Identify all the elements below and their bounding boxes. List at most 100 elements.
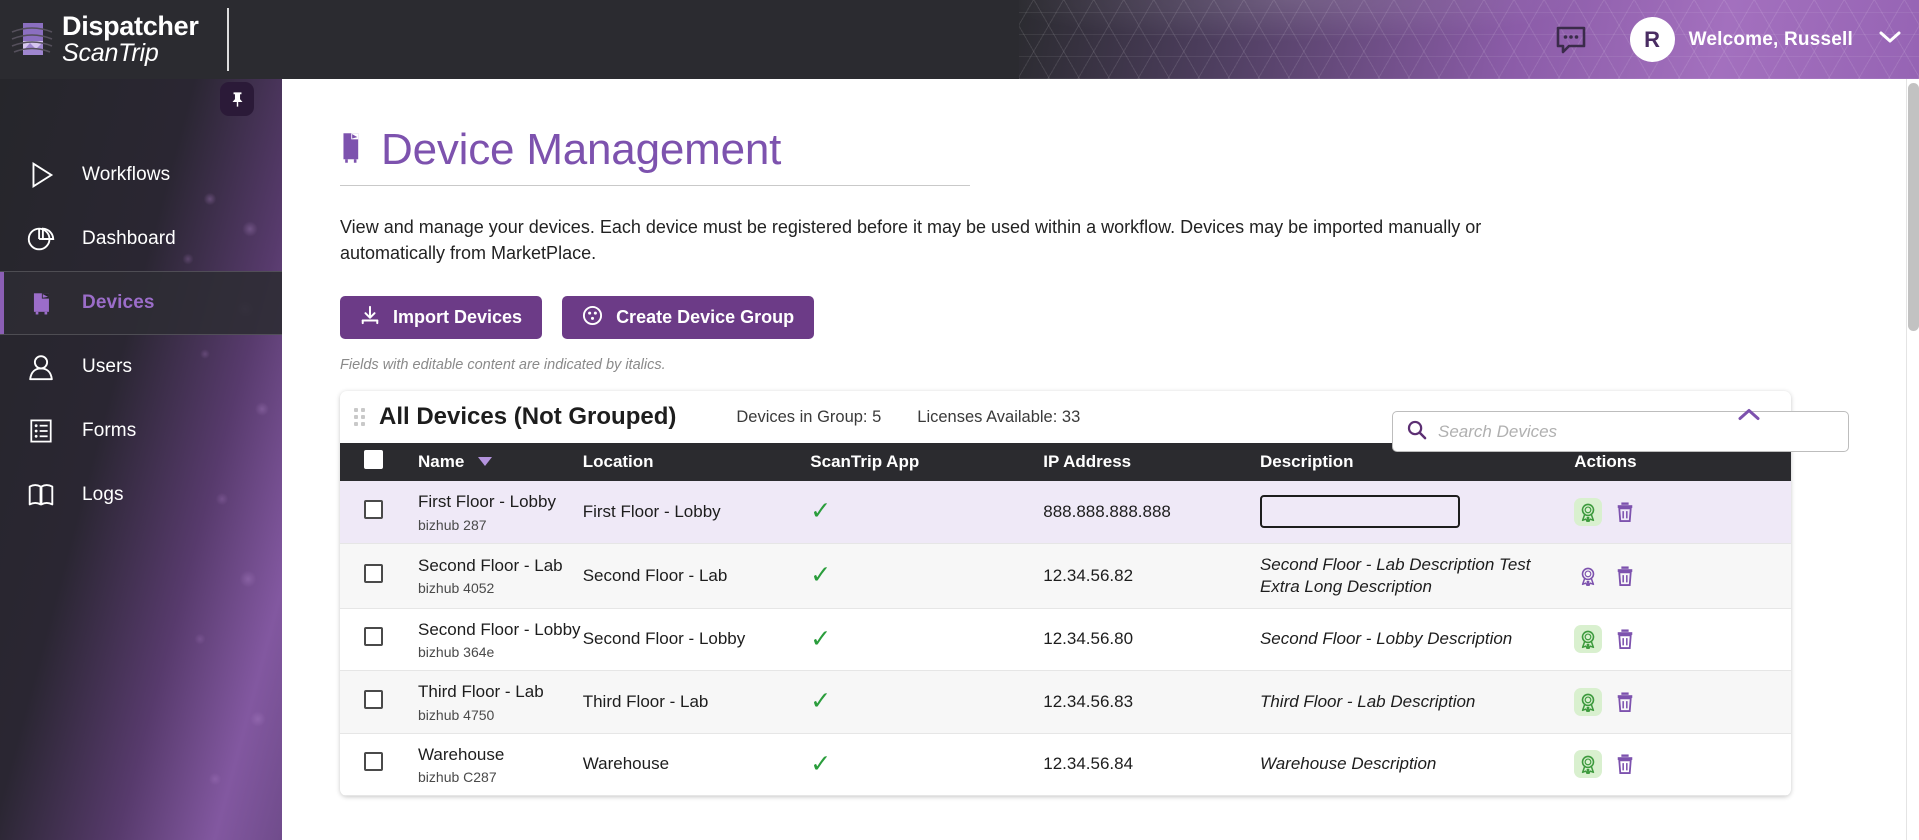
printer-icon	[0, 288, 82, 318]
row-scantrip-app: ✓	[810, 608, 1044, 672]
row-actions	[1574, 543, 1791, 609]
ip-value: 12.34.56.80	[1043, 629, 1134, 649]
delete-icon[interactable]	[1614, 752, 1636, 776]
row-location: Second Floor - Lab	[582, 543, 811, 609]
select-all-checkbox[interactable]	[364, 450, 383, 470]
row-description[interactable]: Warehouse Description	[1259, 733, 1575, 796]
row-select-cell	[340, 670, 419, 734]
chevron-down-icon[interactable]	[1879, 30, 1901, 49]
avatar[interactable]: R	[1629, 17, 1675, 62]
sidebar-item-devices[interactable]: Devices	[0, 271, 282, 335]
header-right-cluster: R Welcome, Russell	[1554, 0, 1901, 79]
sort-descending-triangle-icon[interactable]	[477, 452, 493, 472]
sidebar-item-workflows[interactable]: Workflows	[0, 143, 282, 207]
device-name: Warehouse	[418, 744, 505, 764]
row-actions	[1574, 733, 1791, 796]
column-name[interactable]: Name	[418, 443, 583, 482]
license-badge-icon[interactable]	[1574, 750, 1603, 779]
column-scantrip-app[interactable]: ScanTrip App	[810, 443, 1044, 482]
row-actions	[1574, 481, 1791, 544]
row-location: First Floor - Lobby	[582, 481, 811, 544]
device-name: Second Floor - Lobby	[418, 619, 581, 639]
devices-in-group-count: Devices in Group: 5	[736, 407, 882, 426]
top-header-bar: Dispatcher ScanTrip R Welcome, Russell	[0, 0, 1919, 79]
checkmark-icon: ✓	[810, 561, 832, 590]
table-row[interactable]: Second Floor - Lab bizhub 4052 Second Fl…	[340, 543, 1791, 609]
delete-icon[interactable]	[1614, 627, 1636, 651]
table-row[interactable]: Warehouse bizhub C287 Warehouse ✓ 12.34.…	[340, 733, 1791, 796]
pie-chart-icon	[0, 223, 82, 255]
ip-value: 12.34.56.84	[1043, 754, 1134, 774]
column-location[interactable]: Location	[582, 443, 811, 482]
ip-value: 12.34.56.82	[1043, 565, 1134, 585]
person-icon	[0, 351, 82, 383]
row-checkbox[interactable]	[364, 752, 383, 772]
sidebar-item-users[interactable]: Users	[0, 335, 282, 399]
create-device-group-label: Create Device Group	[616, 307, 795, 328]
pin-icon[interactable]	[220, 82, 254, 116]
sidebar: Workflows Dashboard Devices Users Forms …	[0, 79, 282, 840]
license-badge-icon[interactable]	[1574, 625, 1603, 654]
play-triangle-icon	[0, 159, 82, 191]
import-devices-label: Import Devices	[393, 307, 523, 328]
create-device-group-button[interactable]: Create Device Group	[562, 296, 815, 340]
sidebar-item-forms[interactable]: Forms	[0, 399, 282, 463]
row-select-cell	[340, 608, 419, 672]
page-scrollbar-thumb[interactable]	[1908, 83, 1919, 331]
row-ip-address: 888.888.888.888	[1043, 481, 1260, 544]
licenses-available-count: Licenses Available: 33	[917, 407, 1081, 426]
table-row[interactable]: Second Floor - Lobby bizhub 364e Second …	[340, 608, 1791, 672]
license-badge-icon[interactable]	[1574, 687, 1603, 716]
logo-title-primary: Dispatcher	[62, 11, 199, 41]
checkmark-icon: ✓	[810, 749, 832, 778]
device-name: Second Floor - Lab	[418, 555, 563, 575]
book-icon	[0, 479, 82, 511]
row-name-cell: Third Floor - Lab bizhub 4750	[418, 670, 583, 734]
page-title-block: Device Management	[340, 125, 970, 186]
delete-icon[interactable]	[1614, 564, 1636, 588]
app-logo[interactable]: Dispatcher ScanTrip	[0, 0, 282, 79]
row-checkbox[interactable]	[364, 627, 383, 647]
row-description[interactable]: Second Floor - Lobby Description	[1259, 608, 1575, 672]
description-input[interactable]	[1259, 495, 1460, 529]
row-select-cell	[340, 481, 419, 544]
chat-bubble-icon[interactable]	[1554, 23, 1588, 57]
row-ip-address: 12.34.56.82	[1043, 543, 1260, 609]
import-devices-button[interactable]: Import Devices	[340, 296, 543, 340]
toolbar: Import Devices Create Device Group	[340, 296, 1905, 340]
page-scrollbar-track[interactable]	[1906, 79, 1919, 840]
column-ip-address[interactable]: IP Address	[1043, 443, 1260, 482]
sidebar-item-label: Forms	[82, 420, 137, 441]
device-group-icon	[582, 305, 603, 331]
row-location: Third Floor - Lab	[582, 670, 811, 734]
column-name-label: Name	[418, 451, 465, 471]
license-badge-icon[interactable]	[1574, 562, 1602, 590]
table-row[interactable]: Third Floor - Lab bizhub 4750 Third Floo…	[340, 670, 1791, 734]
row-name-cell: Second Floor - Lab bizhub 4052	[418, 543, 583, 609]
download-icon	[360, 305, 380, 330]
row-description	[1259, 481, 1575, 544]
row-description[interactable]: Third Floor - Lab Description	[1259, 670, 1575, 734]
row-checkbox[interactable]	[364, 689, 383, 709]
sidebar-item-label: Devices	[82, 292, 155, 313]
header-fade-overlay	[300, 0, 720, 79]
sidebar-item-dashboard[interactable]: Dashboard	[0, 207, 282, 271]
sidebar-item-logs[interactable]: Logs	[0, 463, 282, 527]
delete-icon[interactable]	[1614, 500, 1636, 524]
device-group-name: All Devices (Not Grouped)	[379, 403, 677, 431]
device-group-header: All Devices (Not Grouped) Devices in Gro…	[340, 391, 1791, 443]
drag-grip-icon[interactable]	[351, 405, 367, 429]
license-badge-icon[interactable]	[1574, 497, 1603, 526]
device-model: bizhub 287	[418, 516, 487, 533]
row-checkbox[interactable]	[364, 563, 383, 583]
delete-icon[interactable]	[1614, 690, 1636, 714]
table-row[interactable]: First Floor - Lobby bizhub 287 First Flo…	[340, 481, 1791, 544]
row-ip-address: 12.34.56.80	[1043, 608, 1260, 672]
chevron-up-icon[interactable]	[1737, 408, 1761, 427]
row-select-cell	[340, 543, 419, 609]
ip-value: 888.888.888.888	[1043, 501, 1171, 521]
row-checkbox[interactable]	[364, 499, 383, 519]
row-select-cell	[340, 733, 419, 796]
ip-value: 12.34.56.83	[1043, 691, 1134, 711]
row-description[interactable]: Second Floor - Lab Description Test Extr…	[1259, 543, 1575, 609]
